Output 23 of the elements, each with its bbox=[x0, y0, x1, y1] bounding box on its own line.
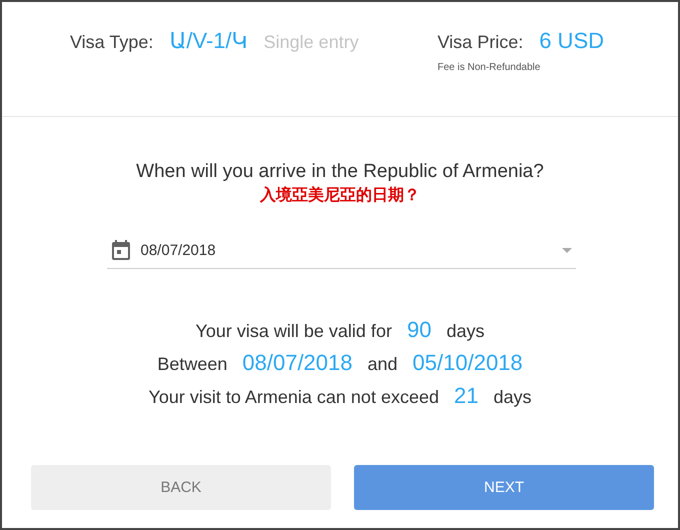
and-label: and bbox=[368, 354, 398, 375]
visa-type-value: Ա/V-1/Կ bbox=[169, 28, 248, 54]
visit-limit-text: Your visit to Armenia can not exceed bbox=[148, 387, 439, 408]
back-button[interactable]: BACK bbox=[31, 465, 331, 510]
valid-days: 90 bbox=[406, 317, 432, 343]
date-field[interactable]: 08/07/2018 bbox=[106, 234, 576, 269]
next-button[interactable]: NEXT bbox=[354, 465, 654, 510]
visa-price-label: Visa Price: bbox=[438, 32, 524, 53]
annotation-text: 入境亞美尼亞的日期？ bbox=[260, 185, 420, 206]
between-label: Between bbox=[157, 354, 228, 375]
start-date: 08/07/2018 bbox=[242, 350, 352, 376]
days-label: days bbox=[493, 387, 532, 408]
entry-type: Single entry bbox=[264, 32, 359, 53]
fee-note: Fee is Non-Refundable bbox=[438, 62, 542, 73]
days-label: days bbox=[446, 321, 484, 342]
visit-days: 21 bbox=[454, 383, 478, 409]
dropdown-caret-icon bbox=[562, 248, 572, 252]
end-date: 05/10/2018 bbox=[412, 350, 523, 376]
visa-price-value: 6 USD bbox=[539, 28, 604, 54]
calendar-icon bbox=[112, 240, 130, 260]
visa-type-label: Visa Type: bbox=[70, 32, 154, 53]
valid-text: Your visa will be valid for bbox=[196, 321, 392, 342]
question-text: When will you arrive in the Republic of Armenia? bbox=[136, 161, 544, 183]
